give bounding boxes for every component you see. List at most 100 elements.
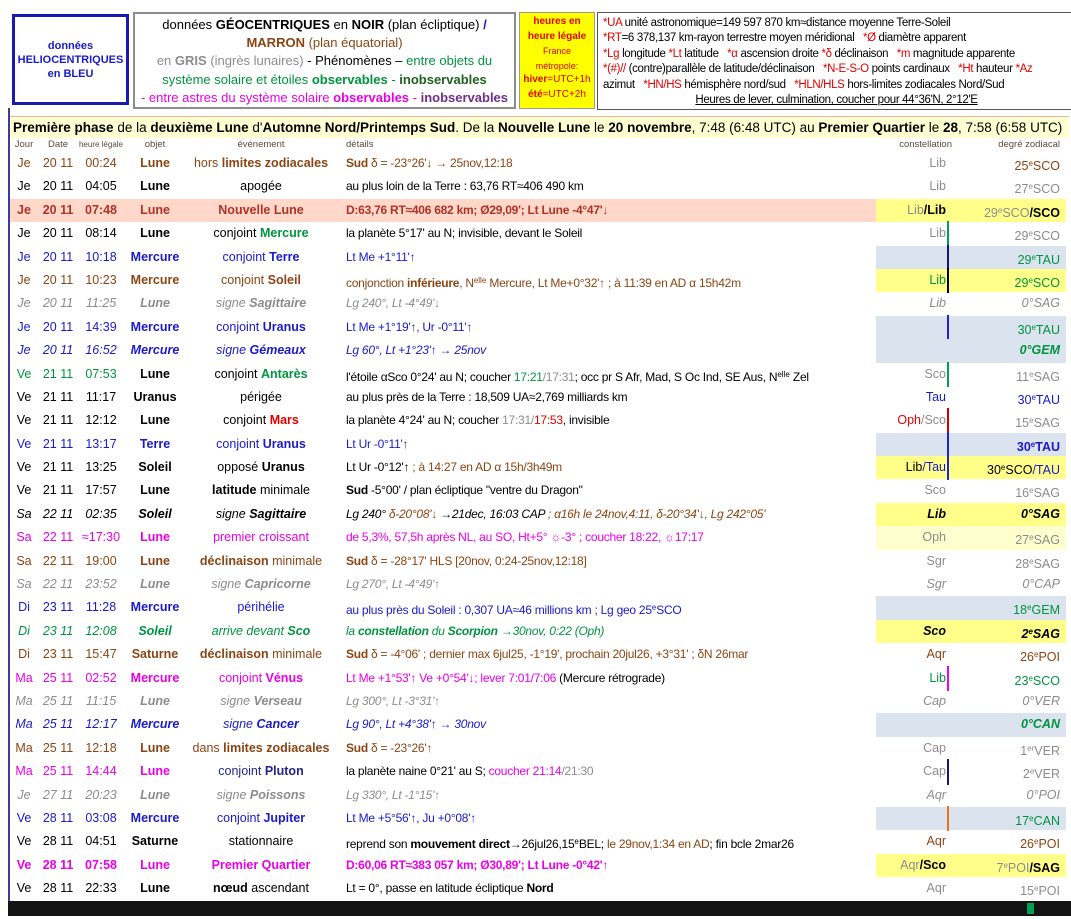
cell-date: 25 11 [38,713,78,736]
table-row: Sa22 1102:35Soleilsigne SagittaireLg 240… [10,503,1066,526]
cell-heure: 03:08 [78,807,124,830]
cell-date: 27 11 [38,784,78,807]
table-row: Je20 1104:05Luneapogéeau plus loin de la… [10,175,1066,198]
table-row: Ve21 1113:17Terreconjoint UranusLt Ur -0… [10,433,1066,456]
cell-event: Nouvelle Lune [186,199,336,222]
cell-jour: Sa [10,526,38,549]
cell-deg: 0°POI [966,784,1066,807]
cell-event: arrive devant Sco [186,620,336,643]
cell-heure: 22:33 [78,877,124,900]
cell-event: signe Cancer [186,713,336,736]
main-legend-line: - entre astres du système solaire observ… [135,89,514,107]
cell-objet: Lune [124,854,186,877]
cell-event: opposé Uranus [186,456,336,479]
col-header-objet: objet [124,137,186,152]
cell-objet: Mercure [124,596,186,619]
cell-heure: 13:25 [78,456,124,479]
cell-event: conjoint Pluton [186,760,336,783]
cell-const: Oph/Sco [876,409,966,432]
cell-objet: Lune [124,737,186,760]
cell-jour: Je [10,246,38,269]
cell-deg: 18eGEM [966,596,1066,619]
cell-objet: Lune [124,152,186,175]
table-row: Je20 1111:25Lunesigne SagittaireLg 240°,… [10,292,1066,315]
cell-date: 22 11 [38,503,78,526]
cell-event: hors limites zodiacales [186,152,336,175]
cell-jour: Je [10,269,38,292]
cell-details: D:60,06 RT≈383 057 km; Ø30,89'; Lt Lune … [336,854,876,877]
cell-details: Lt Ur -0°11'↑ [336,433,876,456]
table-row: Ve28 1104:51Saturnestationnairereprend s… [10,830,1066,853]
table-row: Sa22 11≈17:30Lunepremier croissantde 5,3… [10,526,1066,549]
cell-const: Cap [876,737,966,760]
cell-details: Sud δ = -4°06' ; dernier max 6jul25, -1°… [336,643,876,666]
cell-date: 21 11 [38,479,78,502]
cell-event: conjoint Uranus [186,433,336,456]
cell-details: au plus loin de la Terre : 63,76 RT≈406 … [336,175,876,198]
cell-event: stationnaire [186,830,336,853]
cell-const: Aqr [876,643,966,666]
cell-const: Lib [876,152,966,175]
cell-const: Aqr/Sco [876,854,966,877]
cell-const: Oph [876,526,966,549]
cell-const: Sgr [876,573,966,596]
cell-const [876,713,966,736]
cell-objet: Lune [124,550,186,573]
cell-deg: 0°CAN [966,713,1066,736]
cell-const: Lib [876,269,966,292]
cell-objet: Lune [124,784,186,807]
cell-details: Lt Me +5°56'↑, Ju +0°08'↑ [336,807,876,830]
table-body: Je20 1100:24Lunehors limites zodiacalesS… [10,152,1066,901]
cell-jour: Je [10,292,38,315]
legend-line: azimut *HN/HS hémisphère nord/sud *HLN/H… [603,78,1070,93]
hours-line: métropole: [520,59,594,74]
cell-deg: 2eSAG [966,620,1066,643]
cell-objet: Lune [124,877,186,900]
main-legend-line: en GRIS (ingrès lunaires) - Phénomènes –… [135,52,514,70]
legend-line: *Lg longitude *Lt latitude *α ascension … [603,47,1070,62]
cell-jour: Ma [10,760,38,783]
cell-objet: Soleil [124,456,186,479]
cell-jour: Ma [10,690,38,713]
constellation-position-bar [947,806,949,831]
cell-date: 20 11 [38,222,78,245]
cell-objet: Lune [124,479,186,502]
cell-objet: Mercure [124,339,186,362]
cell-jour: Ve [10,877,38,900]
main-legend-line: MARRON (plan équatorial) [135,34,514,52]
hours-line: hiver=UTC+1h [520,73,594,88]
cell-objet: Lune [124,760,186,783]
cell-const: Tau [876,386,966,409]
constellation-position-bar [947,268,949,293]
cell-jour: Ve [10,479,38,502]
legend-line: *RT=6 378,137 km-rayon terrestre moyen m… [603,31,1070,46]
constellation-position-bar [947,362,949,387]
cell-date: 20 11 [38,316,78,339]
col-header-details: détails [336,137,876,152]
hours-line: été=UTC+2h [520,88,594,103]
table-row: Ma25 1111:15Lunesigne VerseauLg 300°, Lt… [10,690,1066,713]
table-row: Ve21 1113:25Soleilopposé UranusLt Ur -0°… [10,456,1066,479]
cell-heure: 11:15 [78,690,124,713]
cell-details: au plus près du Soleil : 0,307 UA≈46 mil… [336,596,876,619]
cell-event: signe Gémeaux [186,339,336,362]
cell-date: 25 11 [38,667,78,690]
table-row: Di23 1112:08Soleilarrive devant Scola co… [10,620,1066,643]
cell-date: 28 11 [38,830,78,853]
cell-details: Sud δ = -23°26'↑ [336,737,876,760]
legend-line: *(#)// (contre)parallèle de latitude/déc… [603,62,1070,77]
cell-deg: 17eCAN [966,807,1066,830]
cell-date: 20 11 [38,152,78,175]
cell-const: Lib [876,292,966,315]
cell-heure: 12:12 [78,409,124,432]
cell-const: Sco [876,479,966,502]
cell-deg: 30eTAU [966,316,1066,339]
cell-heure: 14:39 [78,316,124,339]
table-row: Ma25 1102:52Mercureconjoint VénusLt Me +… [10,667,1066,690]
table-row: Sa22 1119:00Lunedéclinaison minimaleSud … [10,550,1066,573]
helio-line: HELIOCENTRIQUES [15,53,126,67]
cell-const: Sco [876,620,966,643]
heliocentric-legend-box: données HELIOCENTRIQUES en BLEU [12,14,129,105]
table-row: Ma25 1112:18Lunedans limites zodiacalesS… [10,737,1066,760]
cell-const [876,316,966,339]
